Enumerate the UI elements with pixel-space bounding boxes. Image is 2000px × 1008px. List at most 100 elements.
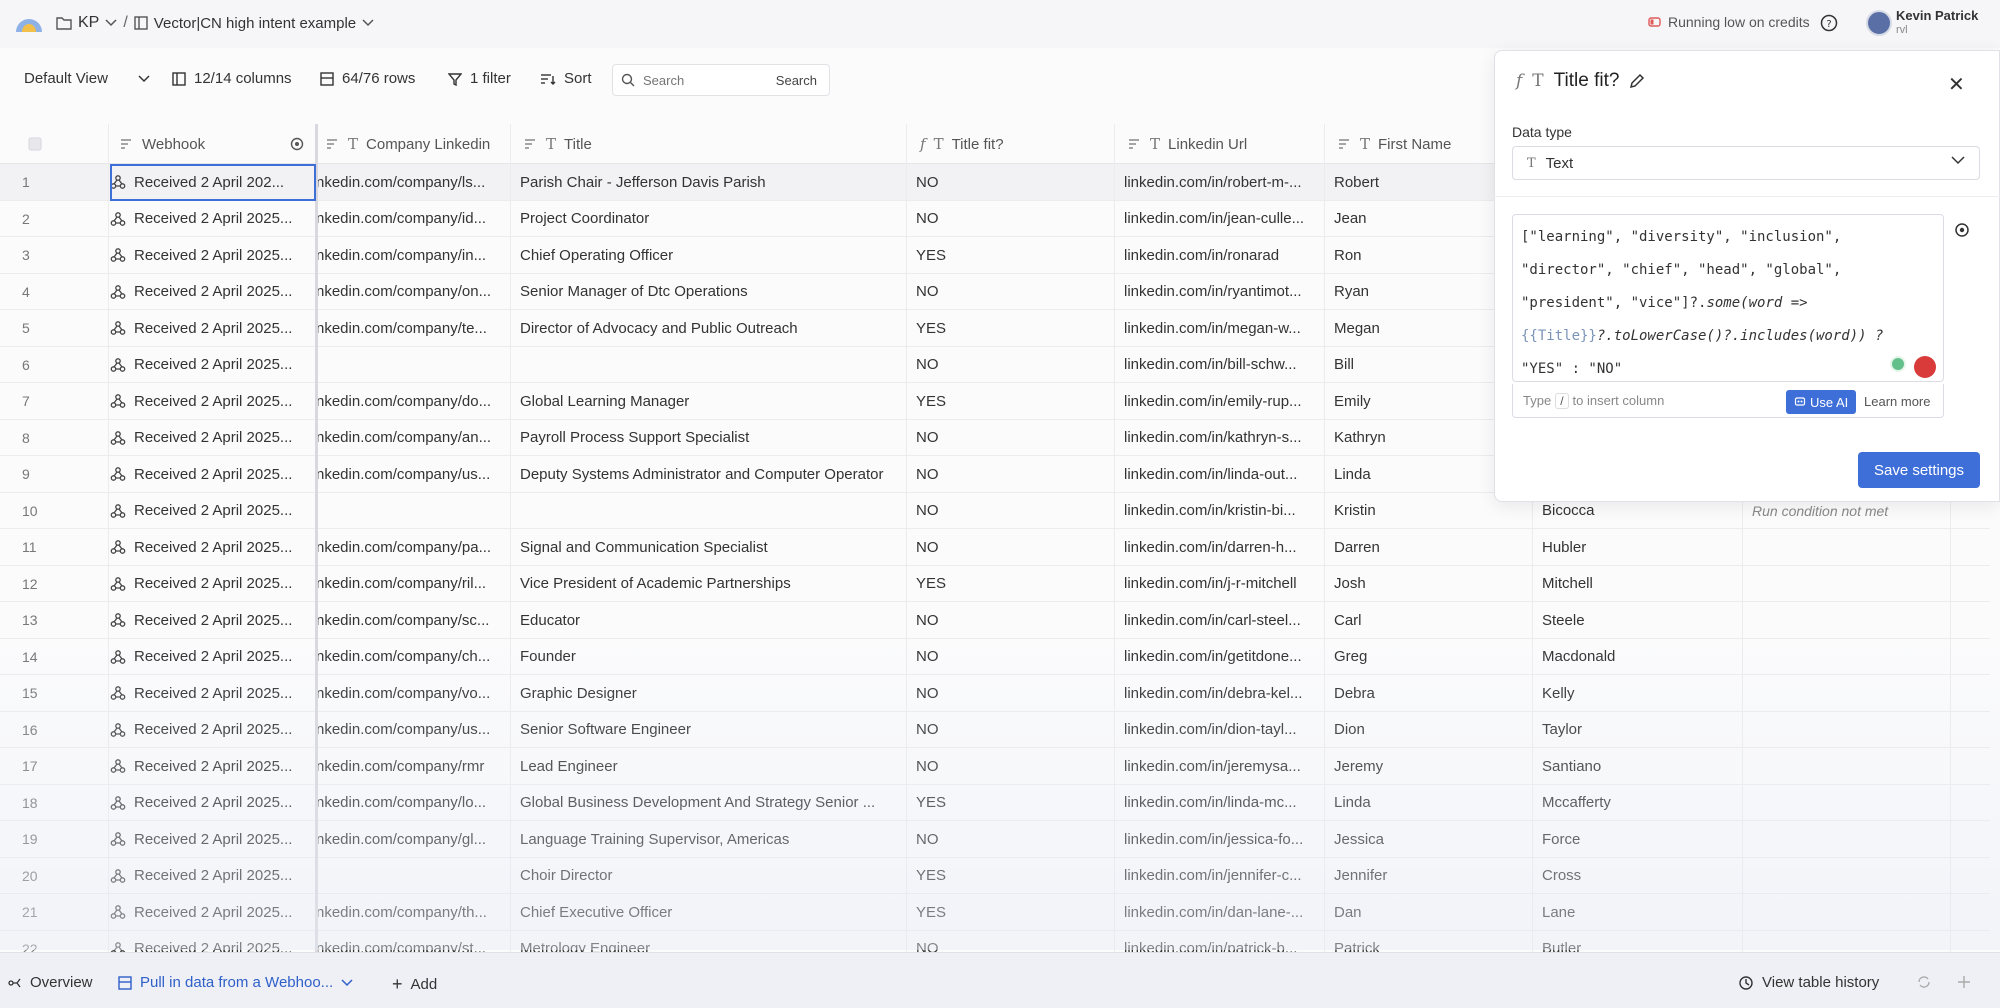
select-all-checkbox[interactable] bbox=[20, 124, 42, 164]
search-input[interactable] bbox=[643, 72, 763, 88]
filter-button[interactable]: 1 filter bbox=[448, 70, 511, 87]
title-cell[interactable] bbox=[520, 347, 900, 383]
webhook-cell[interactable]: Received 2 April 2025... bbox=[110, 274, 310, 310]
title-fit-cell[interactable]: NO bbox=[916, 164, 1076, 200]
last-name-cell[interactable]: Force bbox=[1542, 821, 1722, 857]
avatar[interactable] bbox=[1866, 10, 1892, 36]
webhook-cell[interactable]: Received 2 April 2025... bbox=[110, 493, 310, 529]
webhook-cell[interactable]: Received 2 April 2025... bbox=[110, 858, 310, 894]
table-row[interactable]: 16 Received 2 April 2025... nkedin.com/com… bbox=[0, 712, 1990, 748]
webhook-cell[interactable]: Received 2 April 2025... bbox=[110, 821, 310, 857]
linkedin-url-cell[interactable]: linkedin.com/in/dan-lane-... bbox=[1124, 894, 1316, 930]
title-fit-cell[interactable]: YES bbox=[916, 237, 1076, 273]
column-header-linkedin-url[interactable]: T Linkedin Url bbox=[1120, 124, 1247, 164]
overview-tab[interactable]: Overview bbox=[8, 974, 93, 991]
linkedin-url-cell[interactable]: linkedin.com/in/kathryn-s... bbox=[1124, 420, 1316, 456]
run-condition-cell[interactable] bbox=[1752, 748, 1982, 784]
title-cell[interactable]: Parish Chair - Jefferson Davis Parish bbox=[520, 164, 900, 200]
recording-icon[interactable] bbox=[1914, 356, 1936, 378]
learn-more-link[interactable]: Learn more bbox=[1864, 394, 1930, 409]
search-button[interactable]: Search bbox=[776, 73, 817, 88]
company-linkedin-cell[interactable]: nkedin.com/company/st... bbox=[316, 931, 506, 952]
table-row[interactable]: 17 Received 2 April 2025... nkedin.com/com… bbox=[0, 748, 1990, 785]
title-cell[interactable]: Senior Manager of Dtc Operations bbox=[520, 274, 900, 310]
linkedin-url-cell[interactable]: linkedin.com/in/ryantimot... bbox=[1124, 274, 1316, 310]
close-icon[interactable]: ✕ bbox=[1948, 72, 1965, 97]
webhook-cell[interactable]: Received 2 April 2025... bbox=[110, 383, 310, 419]
title-cell[interactable]: Global Learning Manager bbox=[520, 383, 900, 419]
column-header-title[interactable]: T Title bbox=[516, 124, 592, 164]
company-linkedin-cell[interactable]: nkedin.com/company/vo... bbox=[316, 675, 506, 711]
last-name-cell[interactable]: Taylor bbox=[1542, 712, 1722, 748]
company-linkedin-cell[interactable]: nkedin.com/company/rmr bbox=[316, 748, 506, 784]
company-linkedin-cell[interactable]: nkedin.com/company/in... bbox=[316, 237, 506, 273]
webhook-cell[interactable]: Received 2 April 2025... bbox=[110, 748, 310, 784]
title-fit-cell[interactable]: NO bbox=[916, 931, 1076, 952]
column-header-first-name[interactable]: T First Name bbox=[1330, 124, 1451, 164]
linkedin-url-cell[interactable]: linkedin.com/in/jeremysa... bbox=[1124, 748, 1316, 784]
title-fit-cell[interactable]: NO bbox=[916, 493, 1076, 529]
first-name-cell[interactable]: Josh bbox=[1334, 566, 1514, 602]
settings-icon[interactable] bbox=[1954, 222, 1970, 238]
company-linkedin-cell[interactable]: nkedin.com/company/sc... bbox=[316, 602, 506, 638]
title-cell[interactable]: Vice President of Academic Partnerships bbox=[520, 566, 900, 602]
webhook-cell[interactable]: Received 2 April 2025... bbox=[110, 529, 310, 565]
freeze-divider[interactable] bbox=[315, 124, 318, 952]
company-linkedin-cell[interactable]: nkedin.com/company/ril... bbox=[316, 566, 506, 602]
title-fit-cell[interactable]: NO bbox=[916, 274, 1076, 310]
run-condition-cell[interactable] bbox=[1752, 529, 1982, 565]
panel-title[interactable]: Title fit? bbox=[1554, 70, 1620, 92]
use-ai-button[interactable]: Use AI bbox=[1786, 390, 1857, 414]
first-name-cell[interactable]: Kathryn bbox=[1334, 420, 1514, 456]
webhook-cell[interactable]: Received 2 April 2025... bbox=[110, 347, 310, 383]
company-linkedin-cell[interactable]: nkedin.com/company/on... bbox=[316, 274, 506, 310]
title-fit-cell[interactable]: YES bbox=[916, 383, 1076, 419]
company-linkedin-cell[interactable]: nkedin.com/company/us... bbox=[316, 456, 506, 492]
rows-button[interactable]: 64/76 rows bbox=[320, 70, 415, 87]
chevron-down-icon[interactable] bbox=[105, 19, 117, 27]
view-history-button[interactable]: View table history bbox=[1738, 974, 1879, 991]
workspace-name[interactable]: KP bbox=[78, 14, 99, 32]
title-cell[interactable]: Director of Advocacy and Public Outreach bbox=[520, 310, 900, 346]
run-condition-cell[interactable] bbox=[1752, 858, 1982, 894]
run-condition-cell[interactable] bbox=[1752, 639, 1982, 675]
table-row[interactable]: 19 Received 2 April 2025... nkedin.com/com… bbox=[0, 821, 1990, 858]
company-linkedin-cell[interactable]: nkedin.com/company/te... bbox=[316, 310, 506, 346]
user-name[interactable]: Kevin Patrick bbox=[1896, 8, 1978, 23]
expand-icon[interactable] bbox=[1956, 974, 1972, 990]
last-name-cell[interactable]: Mccafferty bbox=[1542, 785, 1722, 821]
title-cell[interactable]: Founder bbox=[520, 639, 900, 675]
table-row[interactable]: 21 Received 2 April 2025... nkedin.com/com… bbox=[0, 894, 1990, 931]
title-fit-cell[interactable]: YES bbox=[916, 858, 1076, 894]
webhook-cell[interactable]: Received 2 April 2025... bbox=[110, 785, 310, 821]
table-row[interactable]: 22 Received 2 April 2025... nkedin.com/com… bbox=[0, 931, 1990, 952]
title-fit-cell[interactable]: NO bbox=[916, 821, 1076, 857]
webhook-cell[interactable]: Received 2 April 2025... bbox=[110, 201, 310, 237]
linkedin-url-cell[interactable]: linkedin.com/in/linda-mc... bbox=[1124, 785, 1316, 821]
title-cell[interactable] bbox=[520, 493, 900, 529]
company-linkedin-cell[interactable]: nkedin.com/company/gl... bbox=[316, 821, 506, 857]
company-linkedin-cell[interactable]: nkedin.com/company/th... bbox=[316, 894, 506, 930]
company-linkedin-cell[interactable]: nkedin.com/company/do... bbox=[316, 383, 506, 419]
first-name-cell[interactable]: Greg bbox=[1334, 639, 1514, 675]
first-name-cell[interactable]: Kristin bbox=[1334, 493, 1514, 529]
first-name-cell[interactable]: Emily bbox=[1334, 383, 1514, 419]
first-name-cell[interactable]: Darren bbox=[1334, 529, 1514, 565]
last-name-cell[interactable]: Lane bbox=[1542, 894, 1722, 930]
linkedin-url-cell[interactable]: linkedin.com/in/robert-m-... bbox=[1124, 164, 1316, 200]
webhook-cell[interactable]: Received 2 April 2025... bbox=[110, 602, 310, 638]
first-name-cell[interactable]: Debra bbox=[1334, 675, 1514, 711]
formula-editor[interactable]: ["learning", "diversity", "inclusion", "… bbox=[1512, 214, 1944, 382]
first-name-cell[interactable]: Dan bbox=[1334, 894, 1514, 930]
linkedin-url-cell[interactable]: linkedin.com/in/emily-rup... bbox=[1124, 383, 1316, 419]
column-header-title-fit[interactable]: f T Title fit? bbox=[912, 124, 1004, 164]
title-fit-cell[interactable]: YES bbox=[916, 894, 1076, 930]
column-header-company-linkedin[interactable]: T Company Linkedin bbox=[318, 124, 490, 164]
linkedin-url-cell[interactable]: linkedin.com/in/patrick-b... bbox=[1124, 931, 1316, 952]
edit-pencil-icon[interactable] bbox=[1629, 73, 1645, 89]
title-fit-cell[interactable]: NO bbox=[916, 347, 1076, 383]
title-fit-cell[interactable]: NO bbox=[916, 201, 1076, 237]
last-name-cell[interactable]: Macdonald bbox=[1542, 639, 1722, 675]
webhook-cell[interactable]: Received 2 April 2025... bbox=[110, 566, 310, 602]
table-name[interactable]: Vector|CN high intent example bbox=[154, 15, 356, 32]
